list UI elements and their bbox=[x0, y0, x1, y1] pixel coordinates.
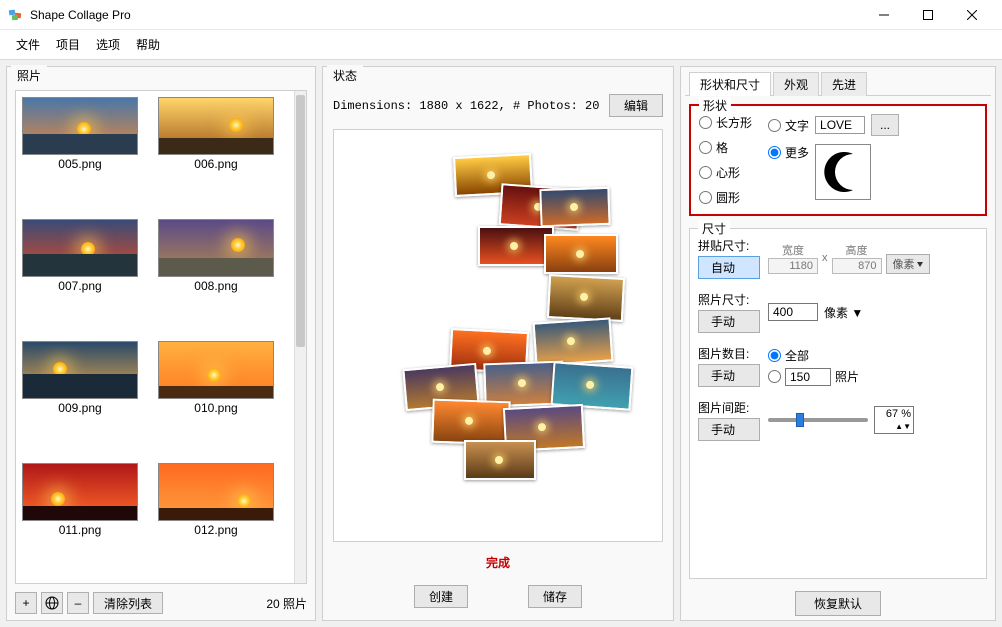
shape-group-title: 形状 bbox=[699, 97, 731, 114]
settings-panel: 形状和尺寸 外观 先进 形状 长方形 格 心形 圆形 文字 bbox=[680, 66, 996, 621]
close-button[interactable] bbox=[950, 1, 994, 29]
count-all-radio[interactable]: 全部 bbox=[768, 347, 859, 364]
edit-button[interactable]: 编辑 bbox=[609, 94, 663, 117]
photo-cell[interactable]: 006.png bbox=[158, 97, 274, 211]
photo-caption: 005.png bbox=[22, 157, 138, 171]
shape-circle-label: 圆形 bbox=[716, 189, 740, 206]
size-group-title: 尺寸 bbox=[698, 220, 730, 237]
shape-group: 形状 长方形 格 心形 圆形 文字 ... bbox=[689, 104, 987, 216]
photo-size-label: 照片尺寸: bbox=[698, 291, 760, 308]
width-caption: 宽度 bbox=[782, 242, 804, 258]
shape-heart-radio[interactable]: 心形 bbox=[699, 164, 752, 181]
photo-unit-select[interactable]: 像素 ▼ bbox=[824, 304, 863, 321]
photo-cell[interactable]: 011.png bbox=[22, 463, 138, 577]
photos-scrollbar[interactable] bbox=[294, 91, 306, 583]
photo-caption: 010.png bbox=[158, 401, 274, 415]
app-icon bbox=[8, 7, 24, 23]
menubar: 文件 项目 选项 帮助 bbox=[0, 30, 1002, 60]
count-suffix-label: 照片 bbox=[835, 368, 859, 385]
moon-icon bbox=[819, 148, 867, 196]
photo-count-label: 20 照片 bbox=[266, 595, 307, 612]
photo-count-label: 图片数目: bbox=[698, 345, 760, 362]
maximize-button[interactable] bbox=[906, 1, 950, 29]
photo-caption: 009.png bbox=[22, 401, 138, 415]
spacing-label: 图片间距: bbox=[698, 399, 760, 416]
create-button[interactable]: 创建 bbox=[414, 585, 468, 608]
menu-project[interactable]: 项目 bbox=[50, 34, 86, 55]
photo-size-input[interactable] bbox=[768, 303, 818, 321]
photo-cell[interactable]: 009.png bbox=[22, 341, 138, 455]
shape-text-label: 文字 bbox=[785, 117, 809, 134]
shape-rect-radio[interactable]: 长方形 bbox=[699, 114, 752, 131]
chevron-down-icon bbox=[917, 262, 923, 267]
count-num-input[interactable] bbox=[785, 368, 831, 386]
tab-shape-size[interactable]: 形状和尺寸 bbox=[689, 72, 771, 96]
titlebar: Shape Collage Pro bbox=[0, 0, 1002, 30]
shape-rect-label: 长方形 bbox=[716, 114, 752, 131]
photo-cell[interactable]: 005.png bbox=[22, 97, 138, 211]
window-title: Shape Collage Pro bbox=[30, 8, 862, 22]
photo-cell[interactable]: 007.png bbox=[22, 219, 138, 333]
spacing-manual-button[interactable]: 手动 bbox=[698, 418, 760, 441]
dimensions-text: Dimensions: 1880 x 1622, # Photos: 20 bbox=[333, 99, 609, 113]
photo-grid[interactable]: 005.png 006.png 007.png 008.png 009.png … bbox=[16, 91, 294, 583]
web-photos-button[interactable] bbox=[41, 592, 63, 614]
clear-list-button[interactable]: 清除列表 bbox=[93, 592, 163, 614]
shape-text-radio[interactable]: 文字 bbox=[768, 117, 809, 134]
photo-size-manual-button[interactable]: 手动 bbox=[698, 310, 760, 333]
shape-circle-radio[interactable]: 圆形 bbox=[699, 189, 752, 206]
photo-caption: 008.png bbox=[158, 279, 274, 293]
save-button[interactable]: 储存 bbox=[528, 585, 582, 608]
minimize-button[interactable] bbox=[862, 1, 906, 29]
preview-canvas[interactable] bbox=[333, 129, 663, 542]
menu-options[interactable]: 选项 bbox=[90, 34, 126, 55]
status-panel: 状态 Dimensions: 1880 x 1622, # Photos: 20… bbox=[322, 66, 674, 621]
menu-file[interactable]: 文件 bbox=[10, 34, 46, 55]
shape-text-input[interactable] bbox=[815, 116, 865, 134]
collage-height-input[interactable]: 870 bbox=[832, 258, 882, 274]
slider-thumb[interactable] bbox=[796, 413, 804, 427]
shape-more-label: 更多 bbox=[785, 144, 809, 161]
status-done-text: 完成 bbox=[323, 548, 673, 577]
photos-panel: 照片 005.png 006.png 007.png 008.png 009.p… bbox=[6, 66, 316, 621]
height-caption: 高度 bbox=[846, 242, 868, 258]
collage-size-auto-button[interactable]: 自动 bbox=[698, 256, 760, 279]
menu-help[interactable]: 帮助 bbox=[130, 34, 166, 55]
photo-caption: 006.png bbox=[158, 157, 274, 171]
photo-caption: 007.png bbox=[22, 279, 138, 293]
photo-cell[interactable]: 010.png bbox=[158, 341, 274, 455]
tabstrip: 形状和尺寸 外观 先进 bbox=[685, 71, 991, 96]
collage-width-input[interactable]: 1180 bbox=[768, 258, 818, 274]
restore-defaults-button[interactable]: 恢复默认 bbox=[795, 591, 881, 616]
tab-advanced[interactable]: 先进 bbox=[821, 72, 867, 96]
shape-text-browse-button[interactable]: ... bbox=[871, 114, 899, 136]
photo-cell[interactable]: 008.png bbox=[158, 219, 274, 333]
shape-more-radio[interactable]: 更多 bbox=[768, 144, 809, 161]
shape-heart-label: 心形 bbox=[716, 164, 740, 181]
collage-size-label: 拼贴尺寸: bbox=[698, 237, 760, 254]
shape-grid-label: 格 bbox=[716, 139, 728, 156]
spacing-slider[interactable] bbox=[768, 418, 868, 422]
size-group: 尺寸 拼贴尺寸: 自动 宽度 1180 x bbox=[689, 228, 987, 579]
status-panel-title: 状态 bbox=[327, 65, 363, 86]
photo-cell[interactable]: 012.png bbox=[158, 463, 274, 577]
photos-panel-title: 照片 bbox=[11, 65, 47, 86]
spacing-value[interactable]: 67 % ▲▼ bbox=[874, 406, 914, 434]
photo-caption: 012.png bbox=[158, 523, 274, 537]
shape-preview-box[interactable] bbox=[815, 144, 871, 200]
photo-count-manual-button[interactable]: 手动 bbox=[698, 364, 760, 387]
tab-appearance[interactable]: 外观 bbox=[773, 72, 819, 96]
count-all-label: 全部 bbox=[785, 347, 809, 364]
photo-caption: 011.png bbox=[22, 523, 138, 537]
shape-grid-radio[interactable]: 格 bbox=[699, 139, 752, 156]
count-num-radio[interactable]: 照片 bbox=[768, 368, 859, 386]
collage-unit-select[interactable]: 像素 bbox=[886, 254, 930, 274]
add-photos-button[interactable]: + bbox=[15, 592, 37, 614]
remove-photos-button[interactable]: – bbox=[67, 592, 89, 614]
